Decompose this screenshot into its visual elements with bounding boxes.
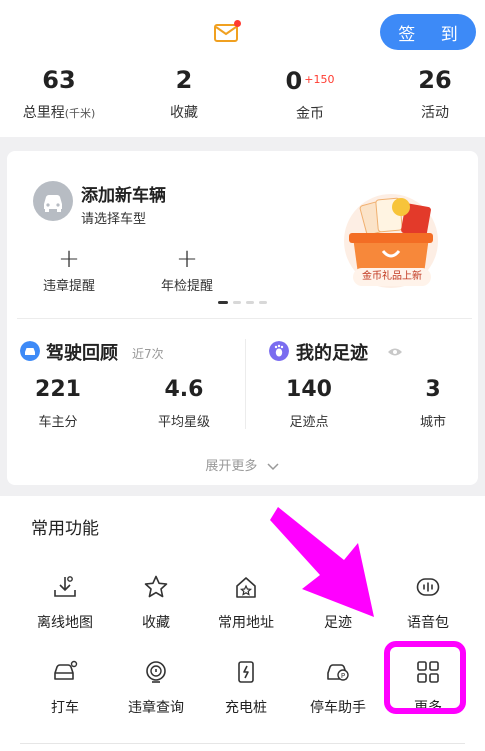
stat-label: 金币 xyxy=(296,106,324,122)
stat-label: 收藏 xyxy=(170,105,198,121)
parking-assistant-icon: P xyxy=(327,664,349,681)
metric-value: 221 xyxy=(35,377,81,402)
expand-more-button[interactable]: 展开更多 xyxy=(7,455,478,474)
offline-map-icon xyxy=(54,576,76,597)
car-avatar[interactable] xyxy=(33,181,73,221)
stat-label: 总里程 xyxy=(22,105,65,121)
stat-label: 活动 xyxy=(421,105,449,121)
reminder-label: 年检提醒 xyxy=(160,279,213,294)
divider xyxy=(20,743,465,744)
metric-label: 车主分 xyxy=(38,415,78,430)
metric-label: 足迹点 xyxy=(289,415,329,430)
function-label: 违章查询 xyxy=(128,700,184,716)
divider xyxy=(17,318,472,319)
function-label: 打车 xyxy=(51,700,79,716)
stat-activities[interactable]: 26 活动 xyxy=(385,66,485,122)
my-footprint-title[interactable]: 我的足迹 xyxy=(296,339,368,365)
divider xyxy=(245,339,246,429)
home-star-icon xyxy=(236,577,256,598)
vehicle-card: 添加新车辆 请选择车型 + 违章提醒 + 年检提醒 金币礼品上新 驾驶回顾 近7… xyxy=(7,151,478,485)
plus-icon: + xyxy=(58,244,80,274)
stat-unit: (千米) xyxy=(64,107,96,120)
svg-text:P: P xyxy=(341,672,345,680)
function-label: 收藏 xyxy=(142,615,170,631)
function-charging-pile[interactable]: 充电桩 xyxy=(200,659,292,717)
function-taxi[interactable]: 打车 xyxy=(19,659,111,717)
highlight-box xyxy=(384,641,466,714)
function-label: 语音包 xyxy=(407,615,449,631)
stat-value: 26 xyxy=(418,66,452,94)
driving-review-title[interactable]: 驾驶回顾 xyxy=(46,339,118,365)
footprint-cities[interactable]: 3 城市 xyxy=(385,377,481,430)
metric-value: 4.6 xyxy=(164,377,204,402)
violation-reminder-button[interactable]: + 违章提醒 xyxy=(29,244,109,294)
stat-mileage[interactable]: 63 总里程(千米) xyxy=(9,66,109,122)
highlight-arrow-icon xyxy=(270,507,374,617)
metric-label: 平均星级 xyxy=(157,415,210,430)
carousel-indicator xyxy=(218,301,278,305)
metric-value: 3 xyxy=(425,377,441,402)
metric-value: 140 xyxy=(286,377,332,402)
expand-label: 展开更多 xyxy=(205,459,258,474)
driving-review-note: 近7次 xyxy=(132,347,164,361)
chevron-down-icon xyxy=(267,462,279,470)
plus-icon: + xyxy=(176,244,198,274)
function-label: 充电桩 xyxy=(225,700,267,716)
function-violation-query[interactable]: 违章查询 xyxy=(110,659,202,717)
promo-label[interactable]: 金币礼品上新 xyxy=(353,268,431,286)
inspection-reminder-button[interactable]: + 年检提醒 xyxy=(147,244,227,294)
profile-header: 签 到 63 总里程(千米) 2 收藏 0 +150 金币 26 活动 xyxy=(0,0,485,137)
coin-increment: +150 xyxy=(304,73,335,86)
stat-value: 63 xyxy=(42,66,76,94)
unread-dot xyxy=(234,20,241,27)
car-icon xyxy=(44,195,62,212)
signin-button[interactable]: 签 到 xyxy=(380,14,476,50)
function-offline-map[interactable]: 离线地图 xyxy=(19,574,111,632)
function-parking-assistant[interactable]: P 停车助手 xyxy=(292,659,384,717)
voice-pack-icon xyxy=(416,578,440,596)
stat-favorites[interactable]: 2 收藏 xyxy=(134,66,234,122)
function-voice-pack[interactable]: 语音包 xyxy=(382,574,474,632)
footprint-badge-icon xyxy=(269,341,289,361)
function-label: 停车助手 xyxy=(310,700,366,716)
section-title: 常用功能 xyxy=(31,519,99,539)
function-favorites[interactable]: 收藏 xyxy=(110,574,202,632)
taxi-icon xyxy=(54,660,78,680)
car-front-icon xyxy=(20,341,40,361)
select-model-subtitle[interactable]: 请选择车型 xyxy=(81,208,146,227)
charging-pile-icon xyxy=(238,661,254,683)
average-rating[interactable]: 4.6 平均星级 xyxy=(136,377,232,430)
footprint-points[interactable]: 140 足迹点 xyxy=(261,377,357,430)
reminder-label: 违章提醒 xyxy=(42,279,95,294)
stat-value: 0 xyxy=(285,67,303,95)
violation-query-icon xyxy=(146,661,166,683)
function-label: 离线地图 xyxy=(37,615,93,631)
stat-value: 2 xyxy=(175,66,193,94)
add-vehicle-title[interactable]: 添加新车辆 xyxy=(81,181,166,206)
metric-label: 城市 xyxy=(419,415,446,430)
star-icon xyxy=(144,575,168,598)
driver-score[interactable]: 221 车主分 xyxy=(10,377,106,430)
eye-icon[interactable] xyxy=(387,347,403,357)
stat-coins[interactable]: 0 +150 金币 xyxy=(260,66,360,123)
